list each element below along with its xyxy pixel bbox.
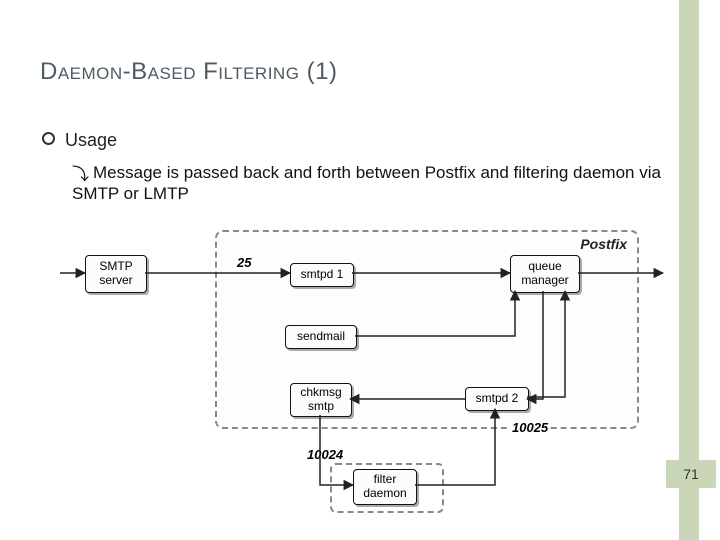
diagram-wires: [65, 225, 665, 525]
sub-bullet-message: ⤵Message is passed back and forth betwee…: [72, 162, 672, 205]
diagram-area: Postfix SMTPserver smtpd 1 queuemanager …: [65, 225, 665, 505]
page-number-badge: 71: [666, 460, 716, 488]
ring-bullet-icon: [42, 132, 55, 145]
bullet-usage: Usage: [42, 130, 117, 151]
page-title: Daemon-Based Filtering (1): [40, 58, 337, 86]
usage-label: Usage: [65, 130, 117, 150]
accent-sidebar: [678, 0, 700, 540]
wave-bullet-icon: ⤵: [72, 164, 89, 185]
sub-bullet-text: Message is passed back and forth between…: [72, 163, 661, 203]
